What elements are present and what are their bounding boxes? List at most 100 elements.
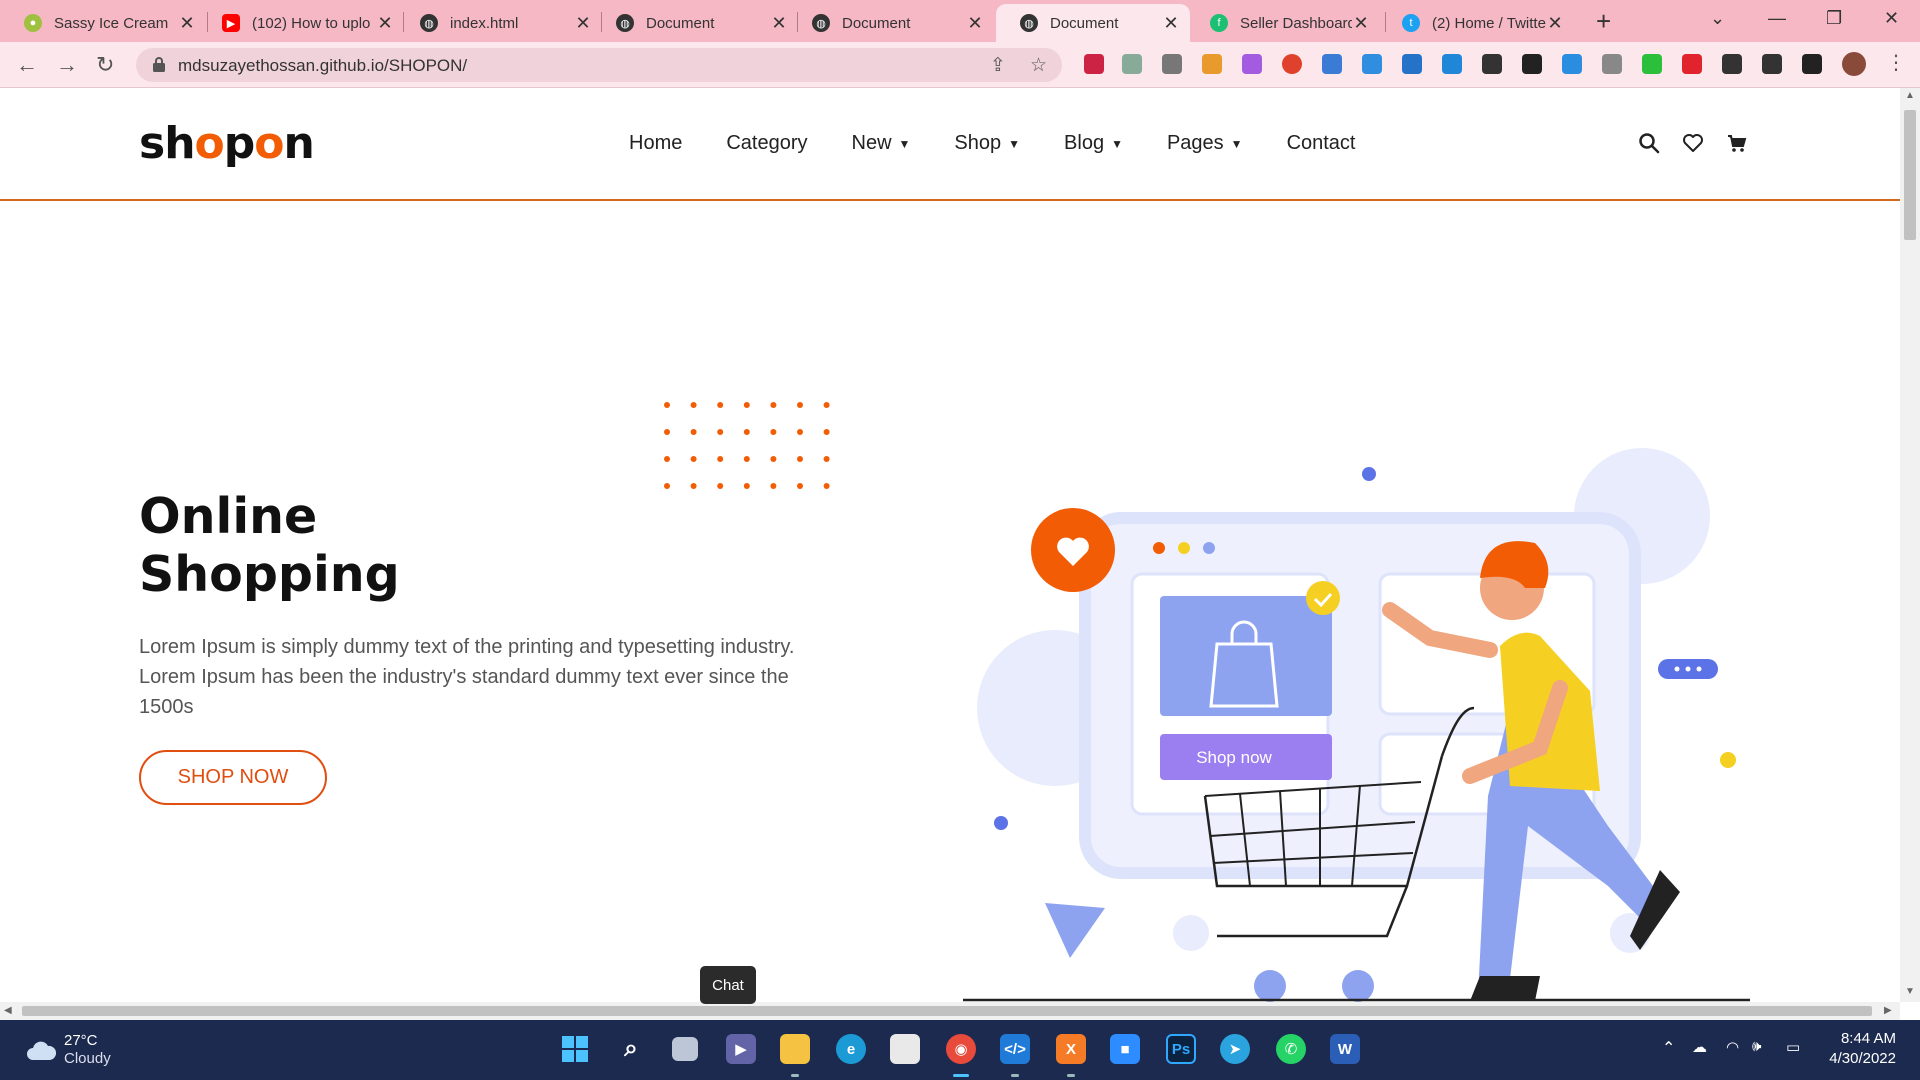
clock-date[interactable]: 4/30/2022 xyxy=(1810,1050,1896,1067)
extension-icon[interactable] xyxy=(1122,54,1142,74)
scroll-right-icon[interactable]: ▶ xyxy=(1884,1005,1892,1016)
menu-dots-icon[interactable]: ⋮ xyxy=(1886,50,1906,75)
forward-icon[interactable]: → xyxy=(56,52,78,78)
telegram-icon[interactable]: ➤ xyxy=(1220,1034,1250,1064)
tab-sassy-ice-cream[interactable]: ● Sassy Ice Cream ✕ xyxy=(0,4,206,42)
color-picker-icon[interactable] xyxy=(1282,54,1302,74)
cart-icon[interactable] xyxy=(1726,132,1748,154)
chevron-down-icon: ▼ xyxy=(1008,136,1021,151)
bookmark-star-icon[interactable]: ☆ xyxy=(1030,54,1047,77)
nav-blog[interactable]: Blog ▼ xyxy=(1064,132,1123,155)
close-window-button[interactable]: ✕ xyxy=(1884,8,1899,29)
extension-icon[interactable] xyxy=(1642,54,1662,74)
new-tab-button[interactable]: + xyxy=(1596,6,1611,37)
nav-pages[interactable]: Pages ▼ xyxy=(1167,132,1243,155)
image-icon[interactable] xyxy=(1522,54,1542,74)
photoshop-icon[interactable]: Ps xyxy=(1166,1034,1196,1064)
tab-document-active[interactable]: ◍ Document ✕ xyxy=(996,4,1190,42)
search-extension-icon[interactable] xyxy=(1402,54,1422,74)
extension-icon[interactable] xyxy=(1362,54,1382,74)
search-icon[interactable] xyxy=(1638,132,1660,154)
extension-icon[interactable] xyxy=(1322,54,1342,74)
camera-icon[interactable] xyxy=(1602,54,1622,74)
close-icon[interactable]: ✕ xyxy=(1546,13,1564,34)
extension-icon[interactable] xyxy=(1442,54,1462,74)
shop-now-button[interactable]: SHOP NOW xyxy=(139,750,327,805)
edge-icon[interactable]: e xyxy=(836,1034,866,1064)
scroll-down-icon[interactable]: ▼ xyxy=(1905,986,1915,997)
avatar[interactable] xyxy=(1842,52,1866,76)
close-icon[interactable]: ✕ xyxy=(574,13,592,34)
teams-chat-icon[interactable]: ▶ xyxy=(726,1034,756,1064)
close-icon[interactable]: ✕ xyxy=(376,13,394,34)
word-icon[interactable]: W xyxy=(1330,1034,1360,1064)
horizontal-scrollbar[interactable]: ◀ ▶ xyxy=(0,1002,1900,1020)
download-icon[interactable] xyxy=(1562,54,1582,74)
globe-icon: ◍ xyxy=(812,14,830,32)
vscode-icon[interactable]: </> xyxy=(1000,1034,1030,1064)
nav-label: Home xyxy=(629,132,683,154)
store-icon[interactable] xyxy=(890,1034,920,1064)
address-bar[interactable]: mdsuzayethossan.github.io/SHOPON/ ⇪ ☆ xyxy=(136,48,1062,82)
logo[interactable]: shopon xyxy=(139,118,315,169)
scrollbar-thumb[interactable] xyxy=(22,1006,1872,1016)
tab-seller-dashboard[interactable]: f Seller Dashboard ✕ xyxy=(1186,4,1380,42)
search-icon[interactable]: ⌕ xyxy=(616,1034,646,1064)
nav-home[interactable]: Home xyxy=(629,132,682,155)
nav-shop[interactable]: Shop ▼ xyxy=(954,132,1020,155)
battery-icon[interactable]: ▭ xyxy=(1786,1038,1800,1056)
restore-button[interactable]: ❐ xyxy=(1826,8,1842,29)
minimize-button[interactable]: — xyxy=(1768,8,1786,29)
close-icon[interactable]: ✕ xyxy=(770,13,788,34)
extension-icon[interactable] xyxy=(1162,54,1182,74)
back-icon[interactable]: ← xyxy=(16,52,38,78)
close-icon[interactable]: ✕ xyxy=(966,13,984,34)
clock-time[interactable]: 8:44 AM xyxy=(1820,1030,1896,1047)
tab-index-html[interactable]: ◍ index.html ✕ xyxy=(396,4,602,42)
close-icon[interactable]: ✕ xyxy=(1162,13,1180,34)
tab-document-1[interactable]: ◍ Document ✕ xyxy=(592,4,798,42)
extension-icon[interactable] xyxy=(1242,54,1262,74)
wifi-icon[interactable]: ◠ xyxy=(1726,1038,1739,1056)
volume-icon[interactable]: 🕪 xyxy=(1752,1038,1761,1055)
nav-label: Category xyxy=(726,132,808,154)
extension-icon[interactable] xyxy=(1482,54,1502,74)
nav-contact[interactable]: Contact xyxy=(1287,132,1356,155)
browser-toolbar: ← → ↻ mdsuzayethossan.github.io/SHOPON/ … xyxy=(0,42,1920,88)
windows-start-icon[interactable] xyxy=(560,1034,590,1064)
nav-new[interactable]: New ▼ xyxy=(852,132,911,155)
weather-condition: Cloudy xyxy=(64,1050,111,1067)
task-view-icon[interactable] xyxy=(672,1037,698,1061)
onedrive-icon[interactable]: ☁ xyxy=(1692,1038,1707,1056)
tab-search-chevron-icon[interactable]: ⌄ xyxy=(1710,8,1725,29)
extension-icon[interactable] xyxy=(1084,54,1104,74)
nav-category[interactable]: Category xyxy=(726,132,807,155)
close-icon[interactable]: ✕ xyxy=(1352,13,1370,34)
hero-title-line: Shopping xyxy=(139,546,400,603)
xampp-icon[interactable]: X xyxy=(1056,1034,1086,1064)
puzzle-icon[interactable] xyxy=(1722,54,1742,74)
tab-title: (102) How to uplo xyxy=(252,14,371,32)
chevron-up-icon[interactable]: ⌃ xyxy=(1662,1038,1675,1058)
whatsapp-icon[interactable]: ✆ xyxy=(1276,1034,1306,1064)
scroll-up-icon[interactable]: ▲ xyxy=(1905,90,1915,101)
main-nav: Home Category New ▼ Shop ▼ Blog ▼ Pages ▼ Co… xyxy=(629,132,1400,155)
tab-document-2[interactable]: ◍ Document ✕ xyxy=(788,4,994,42)
reload-icon[interactable]: ↻ xyxy=(96,52,114,78)
scroll-left-icon[interactable]: ◀ xyxy=(4,1005,12,1016)
chrome-icon[interactable]: ◉ xyxy=(946,1034,976,1064)
zoom-icon[interactable]: ■ xyxy=(1110,1034,1140,1064)
globe-icon: ◍ xyxy=(616,14,634,32)
extension-icon[interactable] xyxy=(1682,54,1702,74)
extension-icon[interactable] xyxy=(1202,54,1222,74)
vertical-scrollbar[interactable]: ▲ ▼ xyxy=(1900,88,1920,1002)
share-icon[interactable]: ⇪ xyxy=(990,54,1006,77)
scrollbar-thumb[interactable] xyxy=(1904,110,1916,240)
file-explorer-icon[interactable] xyxy=(780,1034,810,1064)
side-panel-icon[interactable] xyxy=(1802,54,1822,74)
tab-youtube[interactable]: ▶ (102) How to uplo ✕ xyxy=(198,4,404,42)
tab-twitter[interactable]: t (2) Home / Twitte ✕ xyxy=(1378,4,1574,42)
close-icon[interactable]: ✕ xyxy=(178,13,196,34)
reading-list-icon[interactable] xyxy=(1762,54,1782,74)
heart-icon[interactable] xyxy=(1682,132,1704,154)
